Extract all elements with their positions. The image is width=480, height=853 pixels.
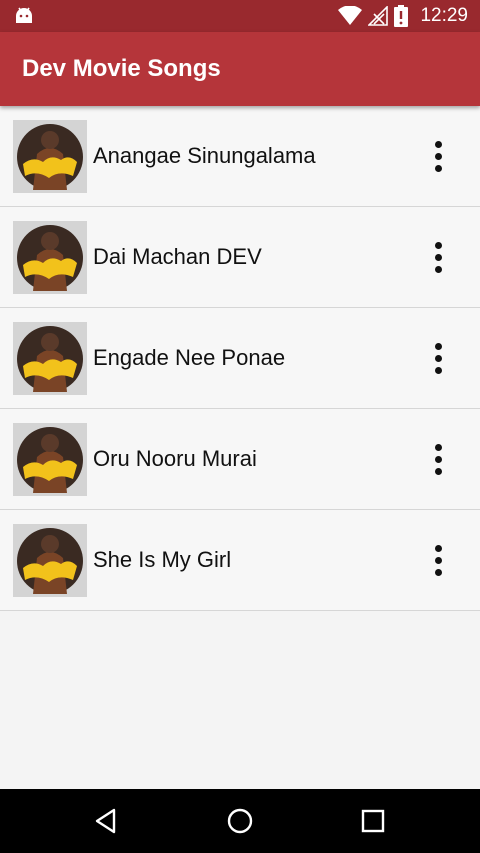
status-bar: 12:29 <box>0 0 480 32</box>
album-art-thumbnail <box>13 423 87 496</box>
home-button[interactable] <box>220 801 260 841</box>
recents-icon <box>361 809 385 833</box>
recents-button[interactable] <box>353 801 393 841</box>
song-list-item[interactable]: Anangae Sinungalama <box>0 106 480 207</box>
app-bar: Dev Movie Songs <box>0 32 480 106</box>
navigation-bar <box>0 789 480 853</box>
wifi-icon <box>338 6 363 25</box>
overflow-dot <box>434 467 442 475</box>
song-title: Oru Nooru Murai <box>93 446 257 471</box>
overflow-dot <box>434 568 442 576</box>
status-time: 12:29 <box>420 5 468 26</box>
album-art-thumbnail <box>13 322 87 395</box>
overflow-dot <box>434 140 442 148</box>
album-art-thumbnail <box>13 120 87 193</box>
app-title: Dev Movie Songs <box>22 55 221 82</box>
overflow-dot <box>434 265 442 273</box>
overflow-dot <box>434 241 442 249</box>
song-list-item[interactable]: Oru Nooru Murai <box>0 409 480 510</box>
overflow-dot <box>434 253 442 261</box>
song-title: Anangae Sinungalama <box>93 143 316 168</box>
song-list: Anangae Sinungalama Dai Machan DEV Engad… <box>0 106 480 611</box>
app-screen: 12:29 Dev Movie Songs Anangae Sinungalam… <box>0 0 480 853</box>
overflow-dot <box>434 544 442 552</box>
overflow-dot <box>434 152 442 160</box>
overflow-dot <box>434 556 442 564</box>
song-title: She Is My Girl <box>93 547 232 572</box>
overflow-dot <box>434 342 442 350</box>
more-options-button[interactable] <box>418 237 458 277</box>
song-title: Engade Nee Ponae <box>93 345 286 370</box>
android-icon <box>16 7 32 23</box>
album-art-thumbnail <box>13 221 87 294</box>
song-list-item[interactable]: She Is My Girl <box>0 510 480 611</box>
more-options-button[interactable] <box>418 136 458 176</box>
overflow-dot <box>434 366 442 374</box>
back-button[interactable] <box>86 801 126 841</box>
song-list-item[interactable]: Dai Machan DEV <box>0 207 480 308</box>
song-title: Dai Machan DEV <box>93 244 262 269</box>
overflow-dot <box>434 455 442 463</box>
overflow-dot <box>434 164 442 172</box>
more-options-button[interactable] <box>418 439 458 479</box>
song-list-item[interactable]: Engade Nee Ponae <box>0 308 480 409</box>
battery-icon <box>394 5 409 27</box>
overflow-dot <box>434 443 442 451</box>
album-art-thumbnail <box>13 524 87 597</box>
back-icon <box>95 808 116 834</box>
more-options-button[interactable] <box>418 540 458 580</box>
no-signal-icon <box>368 6 389 26</box>
overflow-dot <box>434 354 442 362</box>
more-options-button[interactable] <box>418 338 458 378</box>
status-icons: 12:29 <box>338 0 468 32</box>
home-icon <box>227 808 253 834</box>
